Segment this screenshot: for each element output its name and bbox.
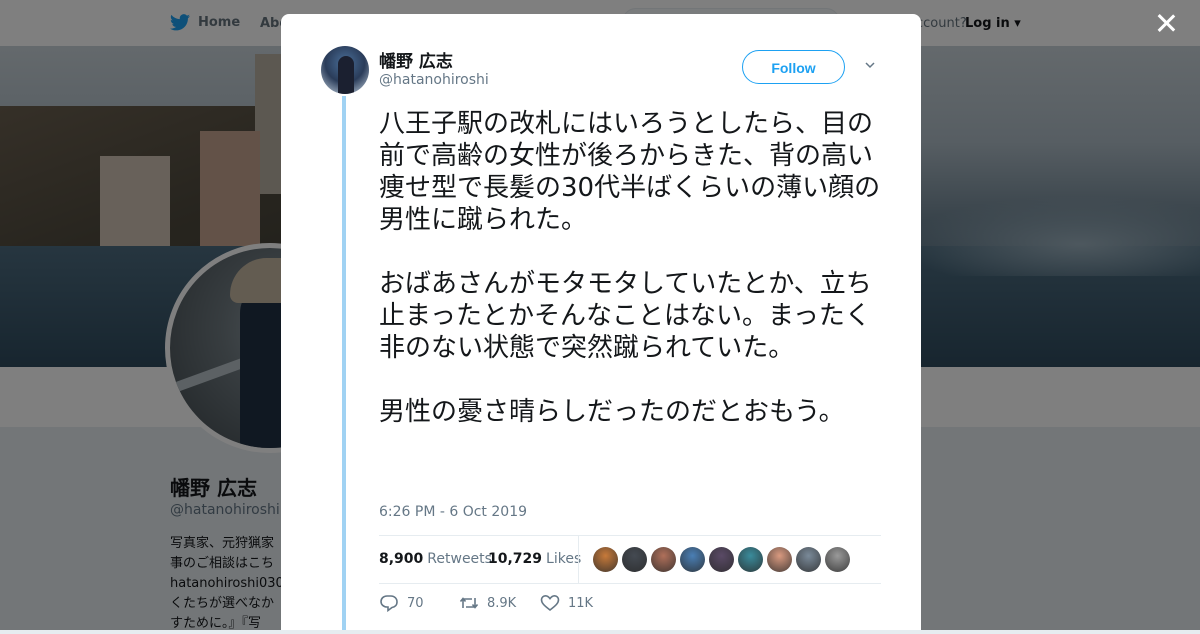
chevron-down-icon[interactable] bbox=[865, 60, 875, 70]
retweet-icon bbox=[459, 597, 479, 609]
liker-avatar[interactable] bbox=[593, 547, 618, 572]
tweet-modal: 幡野 広志 @hatanohiroshi Follow 八王子駅の改札にはいろう… bbox=[281, 14, 921, 630]
retweets-count: 8,900 bbox=[379, 551, 424, 567]
retweet-count: 8.9K bbox=[487, 595, 517, 611]
tweet-text: 八王子駅の改札にはいろうとしたら、目の前で高齢の女性が後ろからきた、背の高い痩せ… bbox=[379, 109, 881, 427]
liker-avatar[interactable] bbox=[767, 547, 792, 572]
liker-avatar[interactable] bbox=[738, 547, 763, 572]
retweets-label: Retweets bbox=[427, 551, 492, 567]
liker-avatar[interactable] bbox=[622, 547, 647, 572]
like-button[interactable]: 11K bbox=[540, 594, 593, 612]
stats-divider bbox=[578, 536, 579, 583]
liker-avatar[interactable] bbox=[709, 547, 734, 572]
thread-line bbox=[342, 96, 346, 630]
liker-avatar[interactable] bbox=[796, 547, 821, 572]
heart-icon bbox=[540, 594, 560, 612]
liker-avatar[interactable] bbox=[680, 547, 705, 572]
reply-icon bbox=[380, 595, 398, 612]
liker-avatars bbox=[593, 547, 850, 572]
likes-count: 10,729 bbox=[488, 551, 543, 567]
retweet-button[interactable]: 8.9K bbox=[459, 594, 516, 612]
close-icon[interactable] bbox=[1152, 10, 1180, 38]
like-count: 11K bbox=[568, 595, 594, 611]
liker-avatar[interactable] bbox=[825, 547, 850, 572]
tweet-timestamp[interactable]: 6:26 PM - 6 Oct 2019 bbox=[379, 504, 527, 520]
likes-label: Likes bbox=[546, 551, 582, 567]
reply-button[interactable]: 70 bbox=[379, 594, 424, 612]
reply-count: 70 bbox=[407, 595, 424, 611]
tweet-stats: 8,900 Retweets 10,729 Likes bbox=[379, 535, 881, 584]
follow-button[interactable]: Follow bbox=[742, 50, 845, 84]
tweet-actions: 70 8.9K 11K bbox=[379, 594, 881, 616]
author-avatar[interactable] bbox=[321, 46, 369, 94]
author-handle[interactable]: @hatanohiroshi bbox=[379, 72, 489, 88]
retweets-stat[interactable]: 8,900 Retweets bbox=[379, 551, 492, 567]
liker-avatar[interactable] bbox=[651, 547, 676, 572]
likes-stat[interactable]: 10,729 Likes bbox=[488, 551, 581, 567]
author-name[interactable]: 幡野 広志 bbox=[379, 47, 453, 72]
